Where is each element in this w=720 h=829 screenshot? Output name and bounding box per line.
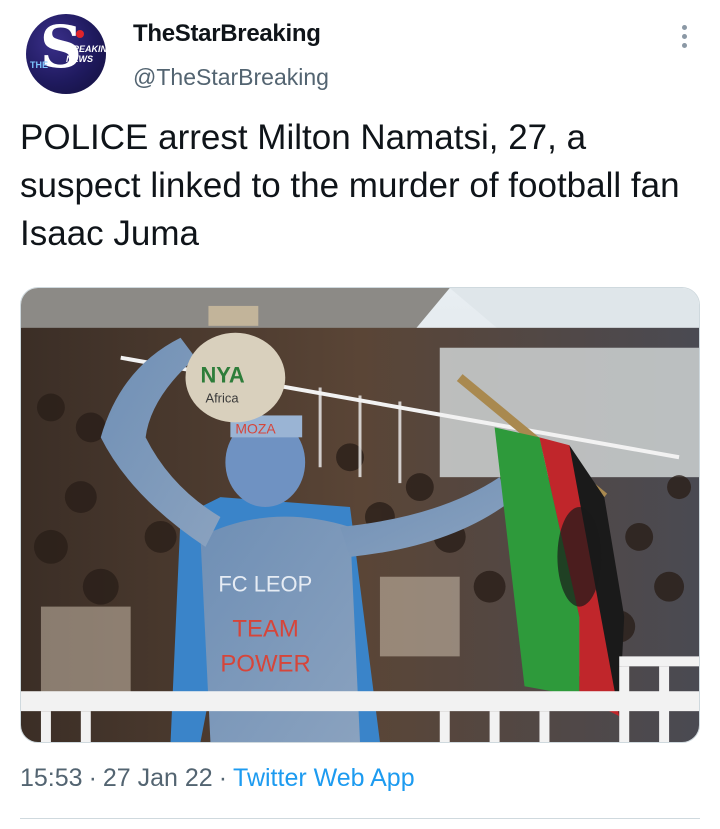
tweet-date[interactable]: 27 Jan 22 [103,764,213,792]
divider [20,818,700,819]
more-options-button[interactable] [672,22,696,50]
avatar-caption-line2: NEWS [66,54,93,64]
tweet-source-link[interactable]: Twitter Web App [233,764,415,792]
avatar-logo-caption: BREAKING NEWS [66,44,106,64]
tweet-photo[interactable]: NYA Africa MOZA FC LEOP TEAM POWER [20,287,700,743]
avatar[interactable]: S THE BREAKING NEWS [26,14,106,94]
avatar-logo-tag: THE [30,60,48,70]
tweet: S THE BREAKING NEWS TheStarBreaking @The… [0,0,720,829]
meta-separator: · [88,764,97,792]
more-dot-icon [681,33,687,39]
stadium-photo: NYA Africa MOZA FC LEOP TEAM POWER [21,288,699,742]
gourd-text: NYA [200,363,244,388]
author-handle[interactable]: @TheStarBreaking [133,64,329,91]
tweet-meta: 15:53 · 27 Jan 22 · Twitter Web App [20,764,415,793]
body-text-1: FC LEOP [218,572,312,597]
tweet-time[interactable]: 15:53 [20,764,83,792]
meta-separator: · [218,764,228,792]
gourd-text-2: Africa [205,391,239,406]
body-text-3: POWER [220,650,310,677]
tweet-text: POLICE arrest Milton Namatsi, 27, a susp… [20,118,680,253]
avatar-caption-line1: BREAKING [66,44,106,54]
more-dot-icon [681,42,687,48]
author-display-name[interactable]: TheStarBreaking [133,20,321,48]
body-text-2: TEAM [232,615,298,642]
head-text: MOZA [235,420,276,436]
more-dot-icon [681,24,687,30]
